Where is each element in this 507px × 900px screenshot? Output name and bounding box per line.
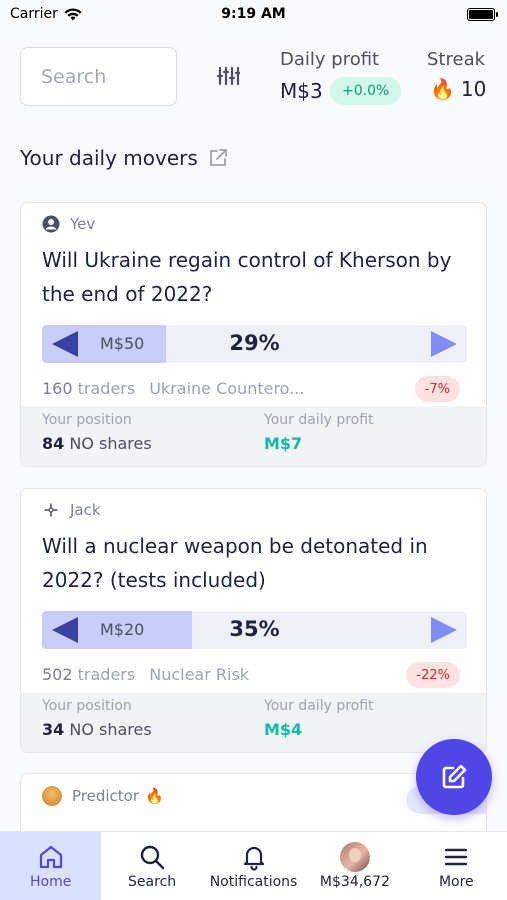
bet-yes-arrow-icon[interactable] <box>431 331 457 357</box>
nav-profile[interactable]: M$34,672 <box>304 832 405 900</box>
status-left: Carrier <box>10 6 82 22</box>
daily-profit-value: M$7 <box>264 434 303 453</box>
bell-icon <box>240 842 268 872</box>
bottom-nav: Home Search Notifications M$34,672 More <box>0 831 507 900</box>
streak-label: Streak <box>427 49 486 70</box>
search-input[interactable] <box>41 65 156 88</box>
position-value: 34 NO shares <box>42 720 152 739</box>
daily-profit-label: Your daily profit <box>264 698 374 714</box>
daily-profit-value: M$3 <box>280 79 323 103</box>
sliders-icon <box>216 66 240 86</box>
nav-label: Search <box>128 874 177 890</box>
daily-profit-value: M$4 <box>264 720 303 739</box>
streak-value[interactable]: 🔥 10 <box>430 77 486 101</box>
position-label: Your position <box>42 412 132 428</box>
section-title-text: Your daily movers <box>20 146 198 170</box>
market-card[interactable]: Yev Will Ukraine regain control of Khers… <box>20 202 487 467</box>
card-author[interactable]: Yev <box>42 215 95 233</box>
position-area: Your position 34 NO shares Your daily pr… <box>21 692 486 752</box>
avatar <box>339 842 370 872</box>
bet-no-arrow-icon[interactable] <box>52 331 78 357</box>
market-question[interactable]: Will Ukraine regain control of Kherson b… <box>42 243 466 311</box>
streak-count: 10 <box>460 77 487 101</box>
traders-label: traders <box>77 379 136 398</box>
nav-notifications[interactable]: Notifications <box>203 832 304 900</box>
probability-change-badge: -7% <box>414 376 460 402</box>
header: Daily profit M$3 +0.0% Streak 🔥 10 <box>20 46 487 108</box>
bet-row: M$50 29% <box>42 325 467 363</box>
status-bar: Carrier 9:19 AM <box>0 0 507 28</box>
group-tag[interactable]: Nuclear Risk <box>149 665 249 684</box>
section-title[interactable]: Your daily movers <box>20 146 228 170</box>
menu-icon <box>442 842 470 872</box>
position-area: Your position 84 NO shares Your daily pr… <box>21 406 486 466</box>
traders-count: 160 <box>42 379 73 398</box>
author-avatar <box>42 786 62 806</box>
author-name: Yev <box>70 215 96 233</box>
market-question[interactable]: Will a nuclear weapon be detonated in 20… <box>42 529 466 597</box>
group-tag[interactable]: Ukraine Countero... <box>149 379 304 398</box>
author-name: Jack <box>70 501 101 519</box>
card-author[interactable]: Predictor 🔥 <box>42 786 164 806</box>
sparkle-icon <box>44 503 58 517</box>
bet-no-arrow-icon[interactable] <box>52 617 78 643</box>
position-label: Your position <box>42 698 132 714</box>
daily-profit-label: Your daily profit <box>264 412 374 428</box>
card-meta: 502 traders Nuclear Risk <box>42 665 249 684</box>
bet-amount: M$20 <box>100 620 145 639</box>
probability-change-badge: -22% <box>406 662 460 688</box>
position-amount: 84 <box>42 434 65 453</box>
carrier-label: Carrier <box>10 6 58 22</box>
wifi-icon <box>64 7 82 20</box>
bet-row: M$20 35% <box>42 611 467 649</box>
bet-amount: M$50 <box>100 334 145 353</box>
daily-profit-label: Daily profit <box>280 49 380 70</box>
filter-button[interactable] <box>200 56 256 96</box>
search-icon <box>138 842 166 872</box>
external-link-icon <box>209 149 227 166</box>
position-value: 84 NO shares <box>42 434 152 453</box>
nav-search[interactable]: Search <box>101 832 202 900</box>
bet-yes-arrow-icon[interactable] <box>431 617 457 643</box>
author-name: Predictor <box>72 787 140 805</box>
traders: 502 traders <box>42 665 135 684</box>
position-amount: 34 <box>42 720 65 739</box>
fire-icon: 🔥 <box>145 787 164 805</box>
nav-label: Home <box>30 874 72 890</box>
nav-label: M$34,672 <box>319 874 390 890</box>
create-market-button[interactable] <box>416 739 492 815</box>
traders-count: 502 <box>42 665 73 684</box>
search-box[interactable] <box>20 47 177 106</box>
battery-icon <box>467 7 498 21</box>
card-author[interactable]: Jack <box>42 501 101 519</box>
nav-more[interactable]: More <box>406 832 507 900</box>
nav-label: More <box>438 874 474 890</box>
position-unit: NO shares <box>69 720 152 739</box>
market-card[interactable]: Jack Will a nuclear weapon be detonated … <box>20 488 487 753</box>
card-meta: 160 traders Ukraine Countero... <box>42 379 304 398</box>
user-icon <box>42 215 60 233</box>
position-unit: NO shares <box>69 434 152 453</box>
traders: 160 traders <box>42 379 135 398</box>
pencil-square-icon <box>442 764 467 789</box>
fire-icon: 🔥 <box>430 77 455 101</box>
home-icon <box>37 842 65 872</box>
daily-profit-change-badge: +0.0% <box>330 77 402 105</box>
traders-label: traders <box>77 665 136 684</box>
nav-label: Notifications <box>209 874 298 890</box>
nav-home[interactable]: Home <box>0 832 102 900</box>
